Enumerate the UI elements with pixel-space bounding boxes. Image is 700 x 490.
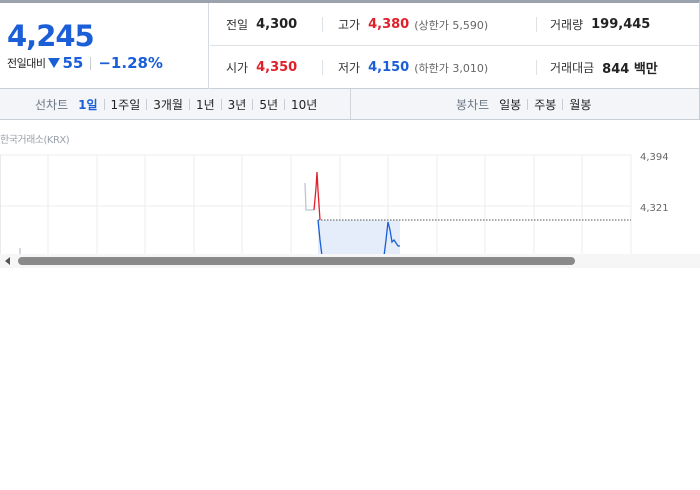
open-label: 시가	[226, 61, 249, 75]
amount-value: 844 백만	[602, 62, 658, 77]
current-price: 4,245	[7, 19, 95, 53]
line-chart-title: 선차트	[35, 97, 69, 112]
low-cell: 저가 4,150 (하한가 3,010)	[338, 46, 488, 89]
divider	[322, 17, 323, 32]
tab-weekly-candle[interactable]: 주봉	[534, 96, 556, 113]
candle-chart-tabs: 봉차트 일봉 주봉 월봉	[456, 89, 591, 119]
high-value: 4,380	[368, 17, 410, 32]
horizontal-scrollbar[interactable]	[0, 254, 700, 268]
tab-3-years[interactable]: 3년	[228, 96, 247, 113]
divider	[536, 60, 537, 75]
open-cell: 시가 4,350	[226, 46, 297, 89]
divider	[284, 98, 286, 110]
amount-label: 거래대금	[550, 61, 595, 75]
tab-1-year[interactable]: 1년	[196, 96, 215, 113]
change-percent: −1.28%	[98, 54, 163, 72]
chart-period-tabs: 선차트 1일 1주일 3개월 1년 3년 5년 10년 봉차트 일봉 주봉 월봉	[0, 89, 700, 120]
chart-grid	[0, 154, 632, 256]
high-label: 고가	[338, 18, 361, 32]
divider	[562, 98, 564, 110]
volume-cell: 거래량 199,445	[550, 3, 650, 46]
scrollbar-thumb[interactable]	[18, 257, 575, 265]
divider	[527, 98, 529, 110]
tab-daily-candle[interactable]: 일봉	[499, 96, 521, 113]
quote-panel: 4,245 전일대비 55 −1.28% 전일 4,300 고가 4,380 (…	[0, 0, 700, 89]
prev-close-label: 전일	[226, 18, 249, 32]
chart-canvas: 4,394 4,321	[0, 152, 669, 256]
divider	[322, 60, 323, 75]
divider	[252, 98, 254, 110]
change-amount: 55	[62, 54, 84, 72]
open-value: 4,350	[256, 60, 298, 75]
quote-row-1: 전일 4,300 고가 4,380 (상한가 5,590) 거래량 199,44…	[210, 3, 699, 46]
low-value: 4,150	[368, 60, 410, 75]
volume-value: 199,445	[591, 17, 651, 32]
divider	[90, 56, 92, 70]
high-cell: 고가 4,380 (상한가 5,590)	[338, 3, 488, 46]
tab-1-day[interactable]: 1일	[78, 96, 97, 113]
current-price-box: 4,245 전일대비 55 −1.28%	[0, 3, 209, 89]
divider	[220, 98, 222, 110]
volume-label: 거래량	[550, 18, 584, 32]
data-source-label: 한국거래소(KRX)	[0, 135, 70, 146]
intraday-chart: 4,394 4,321	[0, 150, 700, 256]
tab-5-years[interactable]: 5년	[259, 96, 278, 113]
down-triangle-icon	[48, 58, 61, 68]
low-label: 저가	[338, 61, 361, 75]
change-label: 전일대비	[7, 57, 46, 70]
lower-limit: (하한가 3,010)	[414, 61, 489, 75]
divider	[103, 98, 105, 110]
quote-row-2: 시가 4,350 저가 4,150 (하한가 3,010) 거래대금 844 백…	[210, 46, 699, 89]
tab-1-week[interactable]: 1주일	[111, 96, 141, 113]
scroll-left-arrow-icon[interactable]	[5, 257, 10, 265]
prev-close-value: 4,300	[256, 17, 298, 32]
upper-limit: (상한가 5,590)	[414, 18, 489, 32]
price-series-up	[313, 171, 321, 221]
prev-close-cell: 전일 4,300	[226, 3, 297, 46]
candle-chart-title: 봉차트	[456, 97, 490, 112]
y-tick-label: 4,321	[640, 203, 669, 214]
y-tick-label: 4,394	[640, 152, 669, 163]
divider	[536, 17, 537, 32]
tab-3-months[interactable]: 3개월	[153, 96, 183, 113]
change-row: 전일대비 55 −1.28%	[7, 54, 163, 72]
line-chart-tabs: 선차트 1일 1주일 3개월 1년 3년 5년 10년	[0, 89, 351, 119]
divider	[188, 98, 190, 110]
amount-cell: 거래대금 844 백만	[550, 46, 658, 89]
tab-10-years[interactable]: 10년	[291, 96, 317, 113]
divider	[146, 98, 148, 110]
tab-monthly-candle[interactable]: 월봉	[569, 96, 591, 113]
